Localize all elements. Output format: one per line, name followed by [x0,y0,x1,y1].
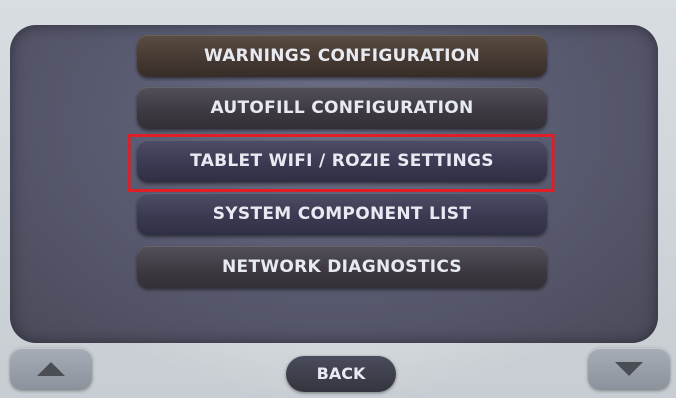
warnings-configuration-button[interactable]: WARNINGS CONFIGURATION [137,35,547,77]
touchscreen: WARNINGS CONFIGURATION AUTOFILL CONFIGUR… [0,0,676,398]
back-button[interactable]: BACK [286,356,396,392]
triangle-down-icon [615,362,643,376]
triangle-up-icon [37,362,65,376]
scroll-down-button[interactable] [588,348,670,390]
autofill-configuration-button[interactable]: AUTOFILL CONFIGURATION [137,87,547,129]
tablet-wifi-rozie-settings-button[interactable]: TABLET WIFI / ROZIE SETTINGS [137,140,547,182]
scroll-up-button[interactable] [10,348,92,390]
system-component-list-button[interactable]: SYSTEM COMPONENT LIST [137,193,547,235]
network-diagnostics-button[interactable]: NETWORK DIAGNOSTICS [137,246,547,288]
